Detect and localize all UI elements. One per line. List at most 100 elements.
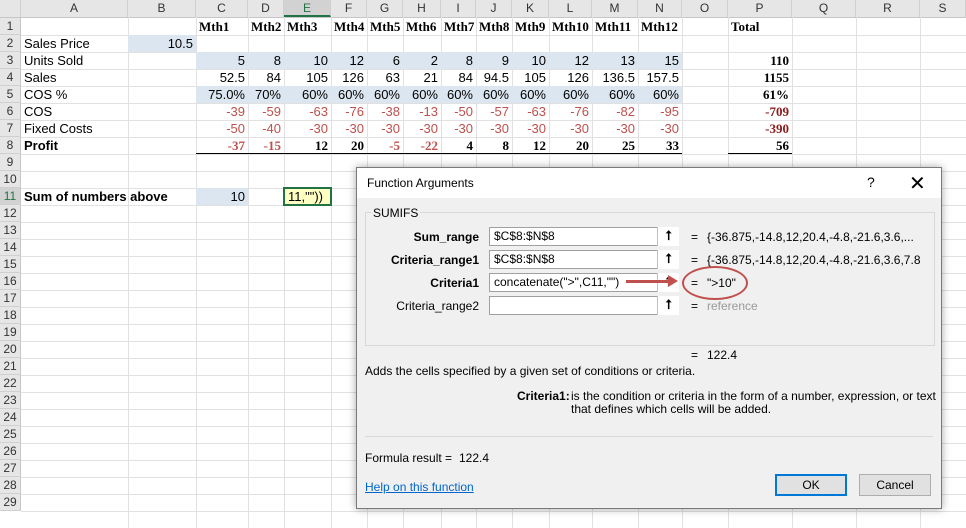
total-cos[interactable]: -709 [728, 103, 792, 120]
criteria-range2-input[interactable] [489, 296, 679, 315]
criteria-input-cell[interactable]: 10 [196, 188, 248, 205]
month-header[interactable]: Mth9 [512, 18, 549, 35]
month-header[interactable]: Mth5 [367, 18, 403, 35]
label-fixed-costs[interactable]: Fixed Costs [21, 120, 128, 137]
total-profit[interactable]: 56 [728, 137, 792, 154]
label-cos-pct[interactable]: COS % [21, 86, 128, 103]
ok-button[interactable]: OK [775, 474, 847, 496]
help-icon[interactable]: ? [867, 174, 875, 190]
month-header[interactable]: Mth6 [403, 18, 441, 35]
cos-pct-cell[interactable]: 60% [441, 86, 476, 103]
month-header[interactable]: Mth3 [284, 18, 331, 35]
collapse-icon[interactable]: ⭡ [657, 250, 679, 269]
units-cell[interactable]: 8 [248, 52, 284, 69]
row-header[interactable]: 15 [0, 256, 21, 273]
row-header[interactable]: 24 [0, 409, 21, 426]
cos-cell[interactable]: -39 [196, 103, 248, 120]
sales-cell[interactable]: 21 [403, 69, 441, 86]
col-header-i[interactable]: I [441, 0, 476, 17]
cos-pct-cell[interactable]: 60% [512, 86, 549, 103]
col-header-q[interactable]: Q [792, 0, 856, 17]
col-header-c[interactable]: C [196, 0, 248, 17]
cos-cell[interactable]: -63 [512, 103, 549, 120]
row-header[interactable]: 25 [0, 426, 21, 443]
total-sales[interactable]: 1155 [728, 69, 792, 86]
units-cell[interactable]: 9 [476, 52, 512, 69]
col-header-s[interactable]: S [920, 0, 966, 17]
row-header[interactable]: 12 [0, 205, 21, 222]
fixed-cell[interactable]: -30 [284, 120, 331, 137]
col-header-a[interactable]: A [21, 0, 128, 17]
fixed-cell[interactable]: -50 [196, 120, 248, 137]
dialog-titlebar[interactable]: Function Arguments ? ✕ [357, 168, 941, 198]
cos-pct-cell[interactable]: 60% [549, 86, 592, 103]
profit-cell[interactable]: -5 [367, 137, 403, 154]
units-cell[interactable]: 6 [367, 52, 403, 69]
col-header-h[interactable]: H [403, 0, 441, 17]
sales-cell[interactable]: 84 [441, 69, 476, 86]
cos-cell[interactable]: -59 [248, 103, 284, 120]
collapse-icon[interactable]: ⭡ [657, 227, 679, 246]
total-cos-pct[interactable]: 61% [728, 86, 792, 103]
fixed-cell[interactable]: -30 [441, 120, 476, 137]
label-sum-above[interactable]: Sum of numbers above [21, 188, 196, 205]
label-profit[interactable]: Profit [21, 137, 128, 154]
month-header[interactable]: Mth1 [196, 18, 248, 35]
row-header[interactable]: 2 [0, 35, 21, 52]
cos-cell[interactable]: -57 [476, 103, 512, 120]
col-header-n[interactable]: N [638, 0, 682, 17]
fixed-cell[interactable]: -30 [549, 120, 592, 137]
cos-cell[interactable]: -76 [331, 103, 367, 120]
month-header[interactable]: Mth2 [248, 18, 284, 35]
month-header[interactable]: Mth4 [331, 18, 367, 35]
sales-cell[interactable]: 63 [367, 69, 403, 86]
cos-pct-cell[interactable]: 60% [284, 86, 331, 103]
profit-cell[interactable]: -22 [403, 137, 441, 154]
total-units[interactable]: 110 [728, 52, 792, 69]
row-header[interactable]: 29 [0, 494, 21, 511]
help-link[interactable]: Help on this function [365, 480, 474, 494]
units-cell[interactable]: 8 [441, 52, 476, 69]
cancel-button[interactable]: Cancel [859, 474, 931, 496]
cos-cell[interactable]: -95 [638, 103, 682, 120]
fixed-cell[interactable]: -30 [476, 120, 512, 137]
units-cell[interactable]: 12 [549, 52, 592, 69]
cos-pct-cell[interactable]: 60% [331, 86, 367, 103]
sales-cell[interactable]: 126 [549, 69, 592, 86]
collapse-icon[interactable]: ⭡ [657, 296, 679, 315]
row-header[interactable]: 9 [0, 154, 21, 171]
select-all-corner[interactable] [0, 0, 21, 17]
col-header-l[interactable]: L [549, 0, 592, 17]
month-header[interactable]: Mth7 [441, 18, 476, 35]
row-header[interactable]: 28 [0, 477, 21, 494]
sales-cell[interactable]: 52.5 [196, 69, 248, 86]
month-header[interactable]: Mth11 [592, 18, 638, 35]
cos-pct-cell[interactable]: 60% [638, 86, 682, 103]
row-header[interactable]: 4 [0, 69, 21, 86]
col-header-b[interactable]: B [128, 0, 196, 17]
units-cell[interactable]: 10 [284, 52, 331, 69]
units-cell[interactable]: 2 [403, 52, 441, 69]
row-header[interactable]: 22 [0, 375, 21, 392]
sales-cell[interactable]: 136.5 [592, 69, 638, 86]
fixed-cell[interactable]: -30 [592, 120, 638, 137]
sales-cell[interactable]: 105 [512, 69, 549, 86]
units-cell[interactable]: 5 [196, 52, 248, 69]
sum-range-input[interactable]: $C$8:$N$8 [489, 227, 679, 246]
sales-cell[interactable]: 126 [331, 69, 367, 86]
row-header[interactable]: 3 [0, 52, 21, 69]
active-edit-cell[interactable]: 11,"")) [283, 187, 332, 206]
sales-cell[interactable]: 157.5 [638, 69, 682, 86]
row-header[interactable]: 21 [0, 358, 21, 375]
cos-cell[interactable]: -76 [549, 103, 592, 120]
row-header[interactable]: 10 [0, 171, 21, 188]
col-header-o[interactable]: O [682, 0, 728, 17]
cell-sales-price[interactable]: 10.5 [128, 35, 196, 52]
cos-pct-cell[interactable]: 60% [592, 86, 638, 103]
profit-cell[interactable]: 20 [331, 137, 367, 154]
row-header[interactable]: 23 [0, 392, 21, 409]
fixed-cell[interactable]: -30 [638, 120, 682, 137]
cos-pct-cell[interactable]: 75.0% [196, 86, 248, 103]
profit-cell[interactable]: 33 [638, 137, 682, 154]
col-header-d[interactable]: D [248, 0, 284, 17]
